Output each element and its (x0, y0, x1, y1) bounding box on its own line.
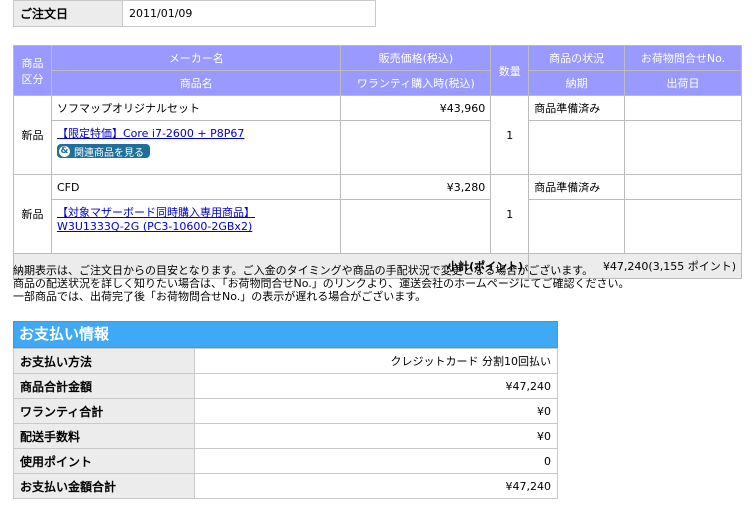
item-ship-date (624, 199, 742, 254)
table-row: 【対象マザーボード同時購入専用商品】 W3U1333Q-2G (PC3-1060… (14, 199, 742, 254)
payment-label: 使用ポイント (13, 448, 195, 474)
payment-row: お支払い金額合計 ¥47,240 (13, 473, 558, 499)
item-qty: 1 (490, 95, 530, 175)
payment-value: ¥0 (194, 423, 558, 449)
item-price: ¥43,960 (340, 95, 492, 121)
payment-value: ¥47,240 (194, 373, 558, 399)
payment-value: ¥47,240 (194, 473, 558, 499)
order-date-value: 2011/01/09 (122, 0, 376, 27)
payment-row: 配送手数料 ¥0 (13, 423, 558, 449)
item-product-link[interactable]: 【対象マザーボード同時購入専用商品】 W3U1333Q-2G (PC3-1060… (57, 204, 336, 233)
payment-label: 配送手数料 (13, 423, 195, 449)
item-product-line1: 【対象マザーボード同時購入専用商品】 (56, 206, 255, 219)
payment-row: お支払い方法 クレジットカード 分割10回払い (13, 348, 558, 374)
payment-label: お支払い方法 (13, 348, 195, 374)
note-line: 納期表示は、ご注文日からの目安となります。ご入金のタイミングや商品の手配状況で変… (13, 264, 594, 277)
related-icon: & (58, 145, 70, 157)
item-product-link[interactable]: 【限定特価】Core i7-2600 + P8P67 (57, 125, 336, 141)
payment-row: 商品合計金額 ¥47,240 (13, 373, 558, 399)
payment-row: ワランティ合計 ¥0 (13, 398, 558, 424)
item-delivery (528, 120, 626, 175)
item-warranty (340, 199, 492, 254)
delivery-notes: 納期表示は、ご注文日からの目安となります。ご入金のタイミングや商品の手配状況で変… (13, 264, 753, 303)
related-products-button[interactable]: & 関連商品を見る (56, 144, 150, 159)
payment-table: お支払い方法 クレジットカード 分割10回払い 商品合計金額 ¥47,240 ワ… (13, 348, 558, 499)
header-qty: 数量 (490, 45, 530, 96)
table-row: 【限定特価】Core i7-2600 + P8P67 & 関連商品を見る (14, 120, 742, 175)
header-delivery: 納期 (528, 70, 626, 96)
payment-label: お支払い金額合計 (13, 473, 195, 499)
item-tracking (624, 95, 742, 121)
item-product-cell: 【限定特価】Core i7-2600 + P8P67 & 関連商品を見る (50, 120, 342, 175)
payment-value: 0 (194, 448, 558, 474)
header-ship-date: 出荷日 (624, 70, 742, 96)
payment-section: お支払い情報 お支払い方法 クレジットカード 分割10回払い 商品合計金額 ¥4… (13, 321, 558, 499)
table-row: 新品 ソフマップオリジナルセット ¥43,960 1 商品準備済み (13, 95, 742, 175)
header-status: 商品の状況 (528, 45, 626, 71)
header-maker: メーカー名 (50, 45, 342, 71)
payment-title: お支払い情報 (13, 321, 558, 348)
item-status: 商品準備済み (528, 95, 626, 121)
note-line: 一部商品では、出荷完了後「お荷物問合せNo.」の表示が遅れる場合がございます。 (13, 290, 427, 303)
header-category: 商品区分 (13, 45, 52, 96)
header-price: 販売価格(税込) (340, 45, 492, 71)
header-tracking: お荷物問合せNo. (624, 45, 742, 71)
item-category: 新品 (13, 95, 52, 175)
payment-value: クレジットカード 分割10回払い (194, 348, 558, 374)
item-price: ¥3,280 (340, 174, 492, 200)
payment-value: ¥0 (194, 398, 558, 424)
order-date-label: ご注文日 (13, 0, 123, 27)
item-status: 商品準備済み (528, 174, 626, 200)
item-category: 新品 (13, 174, 52, 254)
item-ship-date (624, 120, 742, 175)
header-product: 商品名 (50, 70, 342, 96)
item-product-line2: W3U1333Q-2G (PC3-10600-2GBx2) (56, 220, 253, 233)
related-products-label: 関連商品を見る (73, 147, 144, 159)
payment-row: 使用ポイント 0 (13, 448, 558, 474)
order-items-table: 商品区分 メーカー名 販売価格(税込) 数量 商品の状況 お荷物問合せNo. 商… (12, 45, 742, 279)
item-qty: 1 (490, 174, 530, 254)
item-maker: ソフマップオリジナルセット (50, 95, 342, 121)
item-product-cell: 【対象マザーボード同時購入専用商品】 W3U1333Q-2G (PC3-1060… (50, 199, 342, 254)
item-maker: CFD (50, 174, 342, 200)
item-tracking (624, 174, 742, 200)
table-row: 新品 CFD ¥3,280 1 商品準備済み (13, 174, 742, 254)
note-line: 商品の配送状況を詳しく知りたい場合は、「お荷物問合せNo.」のリンクより、運送会… (13, 277, 630, 290)
payment-label: 商品合計金額 (13, 373, 195, 399)
payment-label: ワランティ合計 (13, 398, 195, 424)
header-warranty: ワランティ購入時(税込) (340, 70, 492, 96)
item-warranty (340, 120, 492, 175)
item-delivery (528, 199, 626, 254)
order-date-table: ご注文日 2011/01/09 (13, 0, 376, 27)
